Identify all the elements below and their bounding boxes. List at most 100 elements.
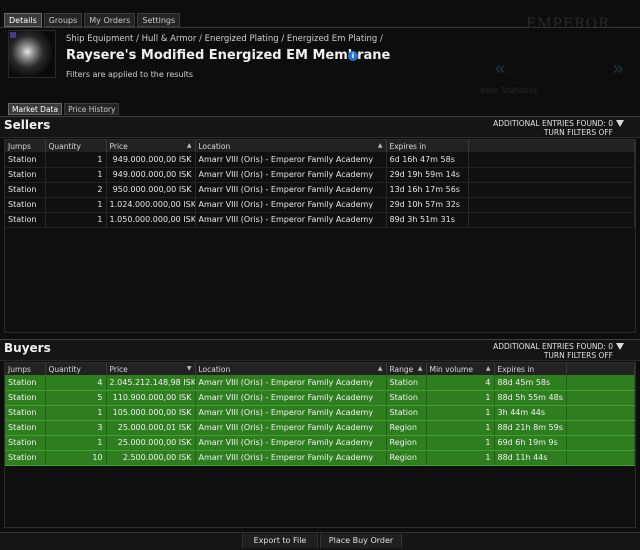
table-row[interactable]: Station 10 2.500.000,00 ISK Amarr VIII (… [5, 450, 635, 466]
cell-quantity: 2 [45, 182, 107, 198]
cell-expires: 88d 5h 55m 48s [494, 390, 567, 406]
cell-jumps: Station [5, 405, 46, 421]
cell-price: 1.050.000.000,00 ISK [106, 212, 196, 228]
cell-price: 25.000.000,01 ISK [106, 420, 196, 436]
sellers-entries-label: ADDITIONAL ENTRIES FOUND: 0 [493, 119, 613, 128]
cell-expires: 88d 45m 58s [494, 375, 567, 391]
cell-expires: 6d 16h 47m 58s [386, 152, 469, 168]
cell-quantity: 1 [45, 435, 107, 451]
column-quantity[interactable]: Quantity [45, 363, 107, 375]
cell-filler [566, 405, 635, 421]
cell-expires: 29d 19h 59m 14s [386, 167, 469, 183]
cell-filler [468, 212, 635, 228]
table-row[interactable]: Station 3 25.000.000,01 ISK Amarr VIII (… [5, 420, 635, 436]
filter-icon[interactable] [616, 342, 624, 351]
column-expires[interactable]: Expires in [386, 140, 469, 152]
cell-price: 949.000.000,00 ISK [106, 152, 196, 168]
cell-min-volume: 4 [426, 375, 495, 391]
cell-min-volume: 1 [426, 390, 495, 406]
table-row[interactable]: Station 1 25.000.000,00 ISK Amarr VIII (… [5, 435, 635, 451]
cell-location: Amarr VIII (Oris) - Emperor Family Acade… [195, 212, 387, 228]
cell-quantity: 3 [45, 420, 107, 436]
buyers-entries-label: ADDITIONAL ENTRIES FOUND: 0 [493, 342, 613, 351]
cell-min-volume: 1 [426, 405, 495, 421]
cell-filler [468, 167, 635, 183]
table-row[interactable]: Station 4 2.045.212.148,98 ISK Amarr VII… [5, 375, 635, 391]
column-location[interactable]: Location [195, 140, 387, 152]
cell-jumps: Station [5, 152, 46, 168]
background-ghost-text: Item Statistics [480, 86, 538, 95]
cell-location: Amarr VIII (Oris) - Emperor Family Acade… [195, 390, 387, 406]
item-title: Raysere's Modified Energized EM Membrane [66, 48, 391, 63]
buyers-title: Buyers [4, 341, 51, 355]
tab-settings[interactable]: Settings [137, 13, 181, 27]
cell-expires: 88d 21h 8m 59s [494, 420, 567, 436]
table-row[interactable]: Station 1 949.000.000,00 ISK Amarr VIII … [5, 167, 635, 183]
cell-price: 25.000.000,00 ISK [106, 435, 196, 451]
cell-expires: 88d 11h 44s [494, 450, 567, 466]
cell-range: Station [386, 375, 427, 391]
filter-icon[interactable] [616, 119, 624, 128]
tab-market-data[interactable]: Market Data [8, 103, 63, 115]
cell-range: Region [386, 450, 427, 466]
breadcrumb[interactable]: Ship Equipment / Hull & Armor / Energize… [66, 34, 383, 44]
market-subtabs: Market Data Price History [8, 103, 120, 115]
buyers-entries-found: ADDITIONAL ENTRIES FOUND: 0 TURN FILTERS… [493, 342, 624, 360]
table-row[interactable]: Station 5 110.900.000,00 ISK Amarr VIII … [5, 390, 635, 406]
cell-jumps: Station [5, 167, 46, 183]
column-range[interactable]: Range [386, 363, 427, 375]
cell-expires: 13d 16h 17m 56s [386, 182, 469, 198]
cell-jumps: Station [5, 390, 46, 406]
cell-min-volume: 1 [426, 450, 495, 466]
cell-quantity: 1 [45, 197, 107, 213]
column-price[interactable]: Price [106, 363, 196, 375]
cell-filler [566, 420, 635, 436]
cell-location: Amarr VIII (Oris) - Emperor Family Acade… [195, 197, 387, 213]
column-expires[interactable]: Expires in [494, 363, 567, 375]
sellers-turn-filters-off[interactable]: TURN FILTERS OFF [493, 128, 624, 137]
cell-location: Amarr VIII (Oris) - Emperor Family Acade… [195, 435, 387, 451]
buyers-turn-filters-off[interactable]: TURN FILTERS OFF [493, 351, 624, 360]
column-location[interactable]: Location [195, 363, 387, 375]
column-min-volume[interactable]: Min volume [426, 363, 495, 375]
cell-min-volume: 1 [426, 420, 495, 436]
cell-location: Amarr VIII (Oris) - Emperor Family Acade… [195, 405, 387, 421]
column-jumps[interactable]: Jumps [5, 140, 46, 152]
tab-details[interactable]: Details [4, 13, 42, 27]
column-price[interactable]: Price [106, 140, 196, 152]
cell-expires: 3h 44m 44s [494, 405, 567, 421]
cell-price: 2.045.212.148,98 ISK [106, 375, 196, 391]
cell-filler [566, 450, 635, 466]
filters-note: Filters are applied to the results [66, 70, 194, 79]
cell-location: Amarr VIII (Oris) - Emperor Family Acade… [195, 420, 387, 436]
cell-price: 110.900.000,00 ISK [106, 390, 196, 406]
tab-price-history[interactable]: Price History [64, 103, 120, 115]
column-filler [566, 363, 635, 375]
cell-jumps: Station [5, 420, 46, 436]
table-row[interactable]: Station 1 1.024.000.000,00 ISK Amarr VII… [5, 197, 635, 213]
table-row[interactable]: Station 2 950.000.000,00 ISK Amarr VIII … [5, 182, 635, 198]
info-icon[interactable]: i [348, 51, 358, 61]
column-quantity[interactable]: Quantity [45, 140, 107, 152]
background-emperor-text: EMPEROR [526, 16, 610, 32]
place-buy-order-button[interactable]: Place Buy Order [320, 534, 402, 548]
cell-price: 2.500.000,00 ISK [106, 450, 196, 466]
cell-location: Amarr VIII (Oris) - Emperor Family Acade… [195, 450, 387, 466]
export-to-file-button[interactable]: Export to File [242, 534, 318, 548]
cell-filler [566, 390, 635, 406]
table-row[interactable]: Station 1 1.050.000.000,00 ISK Amarr VII… [5, 212, 635, 228]
cell-jumps: Station [5, 450, 46, 466]
tab-my-orders[interactable]: My Orders [84, 13, 136, 27]
cell-filler [566, 435, 635, 451]
cell-filler [468, 152, 635, 168]
cell-filler [468, 197, 635, 213]
table-row[interactable]: Station 1 949.000.000,00 ISK Amarr VIII … [5, 152, 635, 168]
cell-filler [566, 375, 635, 391]
cell-price: 950.000.000,00 ISK [106, 182, 196, 198]
tech-level-icon [10, 32, 16, 38]
table-row[interactable]: Station 1 105.000.000,00 ISK Amarr VIII … [5, 405, 635, 421]
cell-filler [468, 182, 635, 198]
tab-groups[interactable]: Groups [43, 13, 83, 27]
column-jumps[interactable]: Jumps [5, 363, 46, 375]
cell-expires: 29d 10h 57m 32s [386, 197, 469, 213]
